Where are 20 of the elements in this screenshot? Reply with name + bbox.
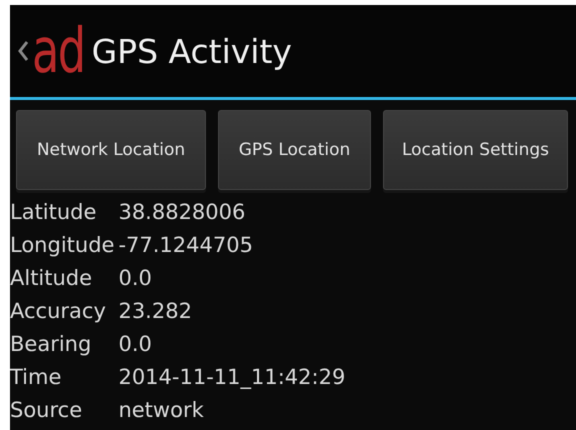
- field-label: Altitude: [10, 265, 94, 292]
- field-value: 0.0: [118, 331, 153, 358]
- app-logo: ad: [32, 20, 84, 82]
- field-value: 0.0: [118, 265, 153, 292]
- window-title: GPS Activity: [92, 32, 292, 70]
- field-value: network: [118, 397, 205, 424]
- field-value: 2014-11-11_11:42:29: [118, 364, 346, 391]
- field-label: Accuracy: [10, 298, 107, 325]
- field-label: Bearing: [10, 331, 92, 358]
- field-label: Source: [10, 397, 84, 424]
- action-button[interactable]: Network Location: [16, 110, 206, 190]
- action-button[interactable]: Location Settings: [383, 110, 568, 190]
- field-label: Time: [10, 364, 62, 391]
- action-button[interactable]: GPS Location: [218, 110, 371, 190]
- field-label: Longitude: [10, 232, 116, 259]
- field-value: -77.1244705: [118, 232, 254, 259]
- field-value: 23.282: [118, 298, 193, 325]
- back-icon[interactable]: [18, 41, 28, 61]
- field-value: 38.8828006: [118, 199, 246, 226]
- field-label: Latitude: [10, 199, 98, 226]
